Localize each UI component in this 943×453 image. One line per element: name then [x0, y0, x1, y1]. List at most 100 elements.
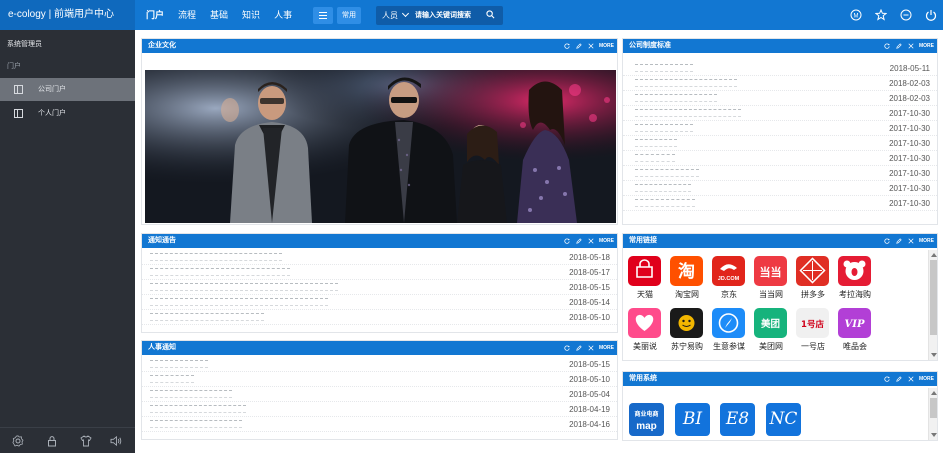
- list-item[interactable]: 2018-05-11: [623, 61, 937, 76]
- e8-system-icon[interactable]: E8: [720, 403, 755, 436]
- edit-icon[interactable]: [896, 43, 902, 49]
- sidebar-item-company-portal[interactable]: 公司门户: [0, 78, 135, 101]
- edit-icon[interactable]: [576, 238, 582, 244]
- edit-icon[interactable]: [576, 345, 582, 351]
- edit-icon[interactable]: [896, 238, 902, 244]
- nav-item-knowledge[interactable]: 知识: [242, 0, 260, 30]
- nc-system-icon[interactable]: NC: [766, 403, 801, 436]
- link-meilishuo[interactable]: 美丽说: [627, 308, 663, 353]
- close-icon[interactable]: [588, 238, 594, 244]
- refresh-icon[interactable]: [564, 43, 570, 49]
- list-item-title[interactable]: [635, 124, 693, 132]
- more-link[interactable]: MORE: [599, 238, 614, 244]
- list-item[interactable]: 2018-02-03: [623, 91, 937, 106]
- scroll-thumb[interactable]: [930, 398, 937, 418]
- refresh-icon[interactable]: [564, 238, 570, 244]
- close-icon[interactable]: [908, 238, 914, 244]
- refresh-icon[interactable]: [884, 43, 890, 49]
- list-item[interactable]: 2017-10-30: [623, 196, 937, 211]
- search-type-select[interactable]: 人员: [382, 6, 398, 25]
- shirt-icon[interactable]: [80, 435, 92, 447]
- list-item-title[interactable]: [150, 283, 338, 291]
- scroll-down-icon[interactable]: [931, 433, 937, 437]
- link-yhd[interactable]: 1号店 一号店: [795, 308, 831, 353]
- list-item-title[interactable]: [635, 154, 675, 162]
- more-link[interactable]: MORE: [599, 43, 614, 49]
- link-jd[interactable]: JD.COM 京东: [711, 256, 747, 301]
- nav-item-workflow[interactable]: 流程: [178, 0, 196, 30]
- list-item-title[interactable]: [635, 109, 741, 117]
- list-item-title[interactable]: [150, 375, 194, 383]
- edit-icon[interactable]: [576, 43, 582, 49]
- list-item[interactable]: 2018-05-10: [142, 372, 617, 387]
- list-item[interactable]: 2017-10-30: [623, 151, 937, 166]
- minus-circle-icon[interactable]: [900, 9, 912, 21]
- hamburger-menu-icon[interactable]: [313, 7, 333, 24]
- more-link[interactable]: MORE: [919, 376, 934, 382]
- lock-icon[interactable]: [46, 435, 58, 447]
- link-kaola[interactable]: 考拉海购: [837, 256, 873, 301]
- list-item[interactable]: 2018-05-04: [142, 387, 617, 402]
- list-item-title[interactable]: [150, 405, 246, 413]
- list-item[interactable]: 2017-10-30: [623, 106, 937, 121]
- more-link[interactable]: MORE: [599, 345, 614, 351]
- list-item-title[interactable]: [635, 199, 695, 207]
- list-item-title[interactable]: [635, 169, 699, 177]
- systems-scrollbar[interactable]: [928, 388, 937, 440]
- chevron-down-icon[interactable]: [401, 9, 410, 18]
- refresh-icon[interactable]: [884, 238, 890, 244]
- link-taobao[interactable]: 淘 淘宝网: [669, 256, 705, 301]
- list-item-title[interactable]: [635, 79, 737, 87]
- list-item[interactable]: 2018-05-17: [142, 265, 617, 280]
- list-item[interactable]: 2017-10-30: [623, 136, 937, 151]
- nav-item-hr[interactable]: 人事: [274, 0, 292, 30]
- list-item[interactable]: 2018-05-14: [142, 295, 617, 310]
- common-button[interactable]: 常用: [337, 7, 361, 24]
- list-item[interactable]: 2018-05-15: [142, 280, 617, 295]
- edit-icon[interactable]: [896, 376, 902, 382]
- list-item-title[interactable]: [635, 94, 717, 102]
- link-tmall[interactable]: 天猫: [627, 256, 663, 301]
- list-item-title[interactable]: [150, 268, 290, 276]
- refresh-icon[interactable]: [884, 376, 890, 382]
- scroll-thumb[interactable]: [930, 260, 937, 335]
- list-item[interactable]: 2017-10-30: [623, 166, 937, 181]
- sidebar-item-personal-portal[interactable]: 个人门户: [0, 102, 135, 125]
- list-item-title[interactable]: [635, 139, 677, 147]
- more-link[interactable]: MORE: [919, 43, 934, 49]
- link-vip[interactable]: VIP 唯品会: [837, 308, 873, 353]
- settings-icon[interactable]: [12, 435, 24, 447]
- list-item-title[interactable]: [635, 184, 691, 192]
- scroll-down-icon[interactable]: [931, 353, 937, 357]
- scroll-up-icon[interactable]: [931, 253, 937, 257]
- close-icon[interactable]: [908, 376, 914, 382]
- list-item[interactable]: 2018-02-03: [623, 76, 937, 91]
- list-item-title[interactable]: [150, 420, 242, 428]
- link-pinduoduo[interactable]: 拼多多: [795, 256, 831, 301]
- close-icon[interactable]: [588, 43, 594, 49]
- list-item[interactable]: 2017-10-30: [623, 121, 937, 136]
- list-item[interactable]: 2018-05-15: [142, 357, 617, 372]
- list-item-title[interactable]: [150, 390, 232, 398]
- more-link[interactable]: MORE: [919, 238, 934, 244]
- search-input[interactable]: [415, 8, 481, 23]
- link-meituan[interactable]: 美团 美团网: [753, 308, 789, 353]
- nav-item-basic[interactable]: 基础: [210, 0, 228, 30]
- link-dangdang[interactable]: 当当 当当网: [753, 256, 789, 301]
- list-item-title[interactable]: [150, 360, 208, 368]
- nav-item-portal[interactable]: 门户: [146, 0, 164, 30]
- user-m-icon[interactable]: M: [850, 9, 862, 21]
- list-item[interactable]: 2018-05-18: [142, 250, 617, 265]
- scroll-up-icon[interactable]: [931, 391, 937, 395]
- brand-title[interactable]: e-cology | 前端用户中心: [0, 0, 135, 30]
- list-item[interactable]: 2018-05-10: [142, 310, 617, 325]
- list-item-title[interactable]: [635, 64, 693, 72]
- list-item[interactable]: 2017-10-30: [623, 181, 937, 196]
- list-item-title[interactable]: [150, 313, 264, 321]
- close-icon[interactable]: [588, 345, 594, 351]
- link-suning[interactable]: 苏宁易购: [669, 308, 705, 353]
- list-item-title[interactable]: [150, 253, 282, 261]
- list-item[interactable]: 2018-04-19: [142, 402, 617, 417]
- speaker-icon[interactable]: [110, 435, 122, 447]
- power-icon[interactable]: [925, 9, 937, 21]
